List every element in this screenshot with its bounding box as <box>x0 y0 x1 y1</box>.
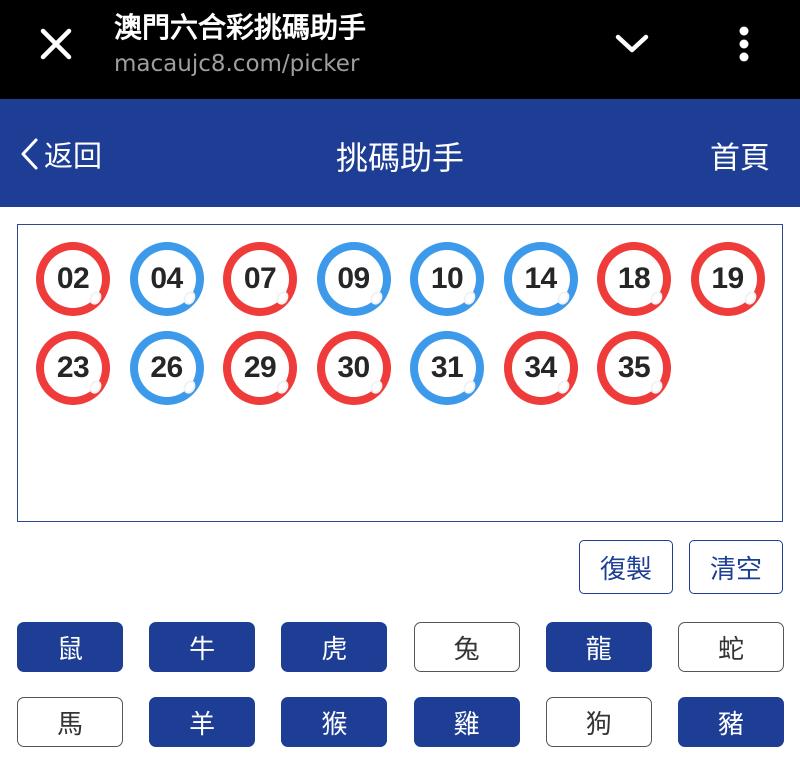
number-ball[interactable]: 18 <box>597 242 671 316</box>
close-icon <box>40 28 72 60</box>
ball-number: 26 <box>150 351 183 384</box>
ball-number: 18 <box>617 262 651 295</box>
ball-number: 19 <box>711 262 744 295</box>
ball-number: 29 <box>243 351 277 384</box>
ball-number: 30 <box>337 351 370 384</box>
chevron-down-icon <box>615 34 649 53</box>
ball-number: 10 <box>430 262 464 295</box>
number-ball[interactable]: 09 <box>316 242 391 316</box>
browser-toolbar: 澳門六合彩挑碼助手 macaujc8.com/picker <box>0 0 800 99</box>
number-ball[interactable]: 02 <box>36 242 110 316</box>
browser-page-title: 澳門六合彩挑碼助手 <box>114 11 367 44</box>
zodiac-button[interactable]: 虎 <box>281 622 388 672</box>
zodiac-button[interactable]: 龍 <box>545 622 652 672</box>
number-ball[interactable]: 14 <box>503 242 578 316</box>
number-ball[interactable]: 19 <box>690 242 765 316</box>
number-ball[interactable]: 04 <box>129 242 204 316</box>
zodiac-button[interactable]: 馬 <box>17 697 123 747</box>
zodiac-button[interactable]: 雞 <box>413 697 520 747</box>
more-vert-icon <box>739 26 749 62</box>
ball-number: 02 <box>56 262 90 295</box>
zodiac-button[interactable]: 鼠 <box>17 622 123 672</box>
number-ball[interactable]: 30 <box>316 331 391 405</box>
expand-button[interactable] <box>608 22 656 66</box>
ball-number: 34 <box>524 351 557 384</box>
number-ball[interactable]: 29 <box>223 331 297 405</box>
number-ball[interactable]: 31 <box>410 331 484 405</box>
ball-number: 35 <box>617 351 651 384</box>
ball-number: 31 <box>430 351 464 384</box>
ball-number: 14 <box>524 262 557 295</box>
zodiac-button[interactable]: 猴 <box>281 697 388 747</box>
ball-number: 04 <box>150 262 183 295</box>
number-ball[interactable]: 07 <box>223 242 297 316</box>
number-ball[interactable]: 26 <box>129 331 204 405</box>
ball-number: 09 <box>337 262 370 295</box>
close-tab-button[interactable] <box>34 22 78 66</box>
ball-number: 07 <box>243 262 277 295</box>
number-ball[interactable]: 35 <box>597 331 671 405</box>
zodiac-button[interactable]: 蛇 <box>678 622 784 672</box>
copy-button[interactable]: 復製 <box>579 540 673 594</box>
ball-number: 23 <box>56 351 90 384</box>
browser-url[interactable]: macaujc8.com/picker <box>114 51 359 77</box>
number-ball[interactable]: 34 <box>503 331 578 405</box>
page-title: 挑碼助手 <box>335 139 464 177</box>
zodiac-button[interactable]: 牛 <box>149 622 256 672</box>
zodiac-button[interactable]: 狗 <box>545 697 652 747</box>
zodiac-button[interactable]: 羊 <box>149 697 256 747</box>
home-button[interactable]: 首頁 <box>710 133 770 177</box>
overflow-menu-button[interactable] <box>722 20 766 68</box>
app-header: 返回 挑碼助手 首頁 <box>0 99 800 207</box>
clear-button[interactable]: 清空 <box>689 540 783 594</box>
number-ball[interactable]: 23 <box>36 331 110 405</box>
zodiac-button[interactable]: 兔 <box>413 622 520 672</box>
number-ball[interactable]: 10 <box>410 242 484 316</box>
zodiac-button[interactable]: 豬 <box>678 697 784 747</box>
selected-numbers-panel: 02 04 07 09 10 14 18 19 23 26 29 30 31 34 35 <box>17 224 783 522</box>
